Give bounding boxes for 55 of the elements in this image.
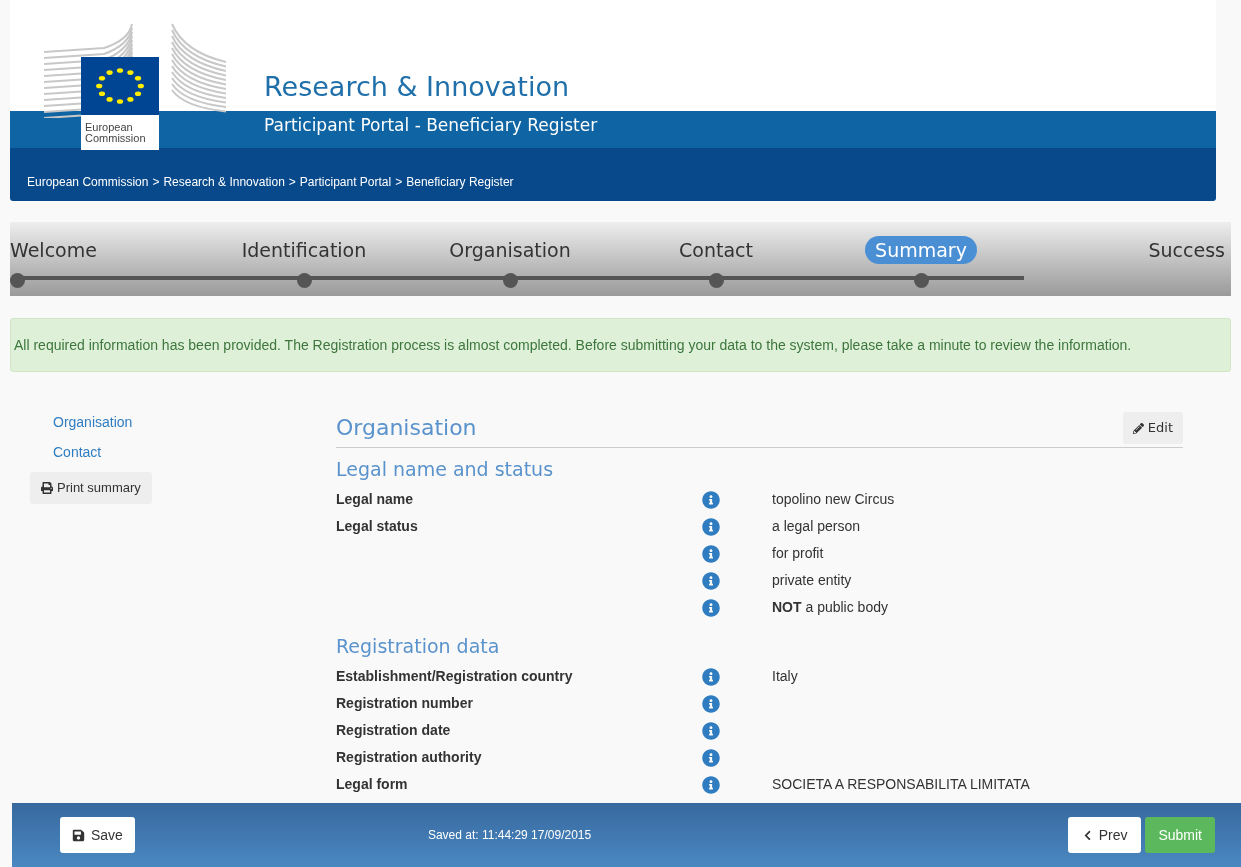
field-label: Registration authority xyxy=(336,749,482,765)
field-label: Legal form xyxy=(336,776,408,792)
breadcrumb-link[interactable]: European Commission xyxy=(27,173,149,191)
field-value: Italy xyxy=(772,668,798,684)
edit-button[interactable]: Edit xyxy=(1122,412,1183,444)
breadcrumb-link[interactable]: Beneficiary Register xyxy=(406,173,514,191)
info-icon[interactable] xyxy=(702,748,720,767)
breadcrumb-separator: > xyxy=(395,174,403,191)
save-button[interactable]: Save xyxy=(60,817,135,853)
field-value: private entity xyxy=(772,572,852,588)
save-icon xyxy=(72,828,85,842)
side-nav-link[interactable]: Organisation xyxy=(53,412,133,432)
field-label: Registration number xyxy=(336,695,473,711)
printer-icon xyxy=(41,482,53,494)
info-icon[interactable] xyxy=(702,721,720,740)
breadcrumb-link[interactable]: Research & Innovation xyxy=(163,173,285,191)
info-icon[interactable] xyxy=(702,694,720,713)
success-alert: All required information has been provided. The Registration process is almost completed. Before submitting your data to the system, please take a minute to review the information. xyxy=(10,318,1231,372)
info-icon[interactable] xyxy=(702,490,720,509)
info-icon[interactable] xyxy=(702,517,720,536)
saved-timestamp: Saved at: 11:44:29 17/09/2015 xyxy=(427,827,592,844)
section-heading: Legal name and status xyxy=(336,457,555,482)
side-nav-link[interactable]: Contact xyxy=(53,442,102,462)
print-summary-button[interactable]: Print summary xyxy=(30,472,152,504)
step-label: Contact xyxy=(679,238,753,263)
breadcrumb-separator: > xyxy=(288,174,296,191)
section-heading: Registration data xyxy=(336,634,501,659)
site-title: Research & Innovation xyxy=(264,70,570,104)
step-label: Welcome xyxy=(10,238,97,263)
info-icon[interactable] xyxy=(702,598,720,617)
field-value: for profit xyxy=(772,545,824,561)
portal-title: Participant Portal - Beneficiary Register xyxy=(264,114,598,137)
eu-flag-icon xyxy=(81,57,159,115)
breadcrumb-separator: > xyxy=(152,174,160,191)
field-value: a legal person xyxy=(772,518,860,534)
info-icon[interactable] xyxy=(702,775,720,794)
field-value: NOT a public body xyxy=(772,599,888,615)
panel-title: Organisation xyxy=(336,414,477,442)
info-icon[interactable] xyxy=(702,544,720,563)
field-label: Registration date xyxy=(336,722,451,738)
step-label: Success xyxy=(1148,238,1225,263)
field-label: Legal name xyxy=(336,491,414,507)
prev-button[interactable]: Prev xyxy=(1067,817,1142,853)
field-label: Establishment/Registration country xyxy=(336,668,573,684)
field-value: SOCIETA A RESPONSABILITA LIMITATA xyxy=(772,776,1030,792)
field-value: topolino new Circus xyxy=(772,491,895,507)
info-icon[interactable] xyxy=(702,667,720,686)
info-icon[interactable] xyxy=(702,571,720,590)
step-label: Summary xyxy=(865,236,977,264)
logo-label: European Commission xyxy=(81,115,159,150)
step-label: Identification xyxy=(241,238,367,263)
step-label: Organisation xyxy=(449,238,571,263)
breadcrumb-link[interactable]: Participant Portal xyxy=(299,173,392,191)
pencil-icon xyxy=(1132,422,1144,434)
field-label: Legal status xyxy=(336,518,418,534)
